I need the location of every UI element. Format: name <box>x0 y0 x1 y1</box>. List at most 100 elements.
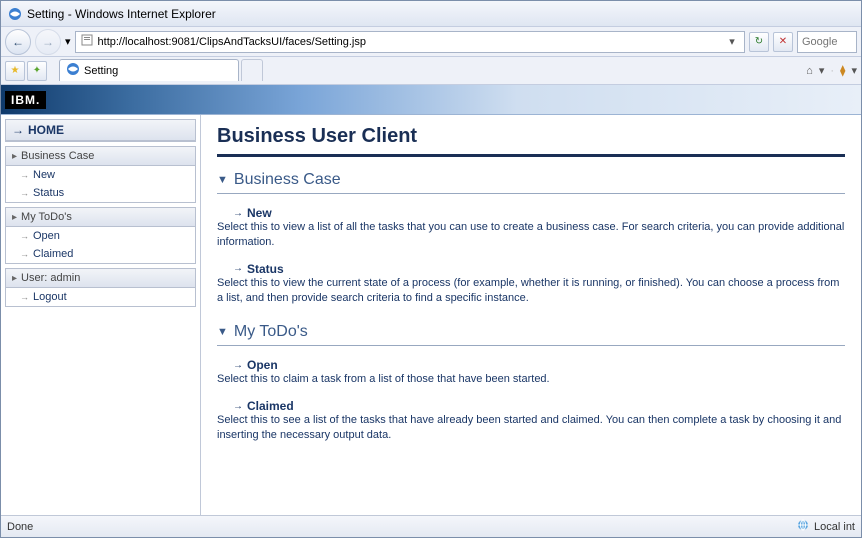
twisty-open-icon: ▼ <box>217 174 228 186</box>
favorites-button[interactable]: ★ <box>5 61 25 81</box>
sidebar-section-business-case: ▸ Business Case → New → Status <box>5 146 196 203</box>
feed-dropdown-icon[interactable]: ▾ <box>851 64 857 77</box>
status-left: Done <box>7 521 33 533</box>
sidebar-item-label: Open <box>33 230 60 242</box>
addfav-icon: ✦ <box>33 65 41 76</box>
arrow-icon: → <box>20 292 29 302</box>
item-title: Claimed <box>247 399 294 413</box>
arrow-icon: → <box>233 208 243 219</box>
refresh-icon: ↻ <box>755 36 763 47</box>
browser-nav-row: ← → ▾ ▾ ↻ ✕ <box>1 27 861 57</box>
back-icon: ← <box>12 35 24 49</box>
arrow-icon: → <box>20 170 29 180</box>
home-button[interactable]: ⌂ <box>806 65 813 77</box>
status-bar: Done Local int <box>1 515 861 537</box>
sidebar-item-open[interactable]: → Open <box>6 227 195 245</box>
new-tab-button[interactable] <box>241 59 263 81</box>
sidebar-header-label: Business Case <box>21 150 94 162</box>
chevron-down-icon: ▸ <box>12 151 17 162</box>
globe-icon <box>796 518 810 535</box>
arrow-icon: → <box>20 231 29 241</box>
sidebar-item-label: Status <box>33 187 64 199</box>
sidebar-section-todos: ▸ My ToDo's → Open → Claimed <box>5 207 196 264</box>
item-title: Open <box>247 358 278 372</box>
item-desc: Select this to claim a task from a list … <box>217 372 845 387</box>
refresh-button[interactable]: ↻ <box>749 32 769 52</box>
sidebar-item-label: Claimed <box>33 248 73 260</box>
forward-button[interactable]: → <box>35 29 61 55</box>
sidebar-item-claimed[interactable]: → Claimed <box>6 245 195 263</box>
sidebar-item-label: Logout <box>33 291 67 303</box>
tab-page-icon <box>66 62 80 79</box>
item-link-new[interactable]: → New <box>233 206 845 220</box>
home-dropdown-icon[interactable]: ▾ <box>819 64 825 77</box>
stop-button[interactable]: ✕ <box>773 32 793 52</box>
sidebar-home-label: HOME <box>28 123 64 137</box>
feed-button[interactable]: ⧫ <box>840 64 845 77</box>
favstar-icon: ★ <box>11 65 20 76</box>
arrow-icon: → <box>233 263 243 274</box>
sidebar-header-label: My ToDo's <box>21 211 72 223</box>
nav-history-dropdown-icon[interactable]: ▾ <box>65 35 71 48</box>
section-rule <box>217 193 845 194</box>
sidebar-item-logout[interactable]: → Logout <box>6 288 195 306</box>
ibm-logo: IBM. <box>5 91 46 109</box>
content-item-claimed: → Claimed Select this to see a list of t… <box>233 399 845 443</box>
item-title: New <box>247 206 272 220</box>
twisty-open-icon: ▼ <box>217 326 228 338</box>
arrow-icon: → <box>233 360 243 371</box>
status-right: Local int <box>814 521 855 533</box>
item-desc: Select this to view the current state of… <box>217 276 845 306</box>
arrow-icon: → <box>12 123 24 137</box>
title-rule <box>217 154 845 157</box>
window-title: Setting - Windows Internet Explorer <box>27 7 216 21</box>
item-title: Status <box>247 262 284 276</box>
arrow-icon: → <box>233 401 243 412</box>
add-favorite-button[interactable]: ✦ <box>27 61 47 81</box>
chevron-down-icon: ▸ <box>12 212 17 223</box>
section-title: My ToDo's <box>234 323 308 341</box>
url-input[interactable] <box>98 36 720 48</box>
address-bar[interactable]: ▾ <box>75 31 745 53</box>
item-link-open[interactable]: → Open <box>233 358 845 372</box>
sidebar-home-box: → HOME <box>5 119 196 142</box>
sidebar: → HOME ▸ Business Case → New → <box>1 115 201 515</box>
forward-icon: → <box>42 35 54 49</box>
content-item-status: → Status Select this to view the current… <box>233 262 845 306</box>
sidebar-header-label: User: admin <box>21 272 80 284</box>
main-content: Business User Client ▼ Business Case → N… <box>201 115 861 515</box>
section-title: Business Case <box>234 171 341 189</box>
separator: · <box>830 65 834 77</box>
page-icon <box>80 33 94 50</box>
arrow-icon: → <box>20 249 29 259</box>
section-header-todos[interactable]: ▼ My ToDo's <box>217 323 845 341</box>
sidebar-header-todos[interactable]: ▸ My ToDo's <box>6 208 195 227</box>
sidebar-item-label: New <box>33 169 55 181</box>
stop-icon: ✕ <box>779 36 787 47</box>
content-item-new: → New Select this to view a list of all … <box>233 206 845 250</box>
section-rule <box>217 345 845 346</box>
item-link-status[interactable]: → Status <box>233 262 845 276</box>
back-button[interactable]: ← <box>5 29 31 55</box>
ie-icon <box>7 6 23 22</box>
item-desc: Select this to view a list of all the ta… <box>217 220 845 250</box>
browser-tab[interactable]: Setting <box>59 59 239 81</box>
page-title: Business User Client <box>217 125 845 148</box>
sidebar-item-status[interactable]: → Status <box>6 184 195 202</box>
sidebar-header-business-case[interactable]: ▸ Business Case <box>6 147 195 166</box>
item-link-claimed[interactable]: → Claimed <box>233 399 845 413</box>
sidebar-item-home[interactable]: → HOME <box>6 120 195 141</box>
search-input[interactable] <box>802 36 852 48</box>
chevron-down-icon: ▸ <box>12 273 17 284</box>
tab-title: Setting <box>84 65 118 77</box>
url-dropdown-icon[interactable]: ▾ <box>724 35 740 48</box>
section-header-business-case[interactable]: ▼ Business Case <box>217 171 845 189</box>
sidebar-header-user[interactable]: ▸ User: admin <box>6 269 195 288</box>
app-banner: IBM. <box>1 85 861 115</box>
arrow-icon: → <box>20 188 29 198</box>
window-titlebar: Setting - Windows Internet Explorer <box>1 1 861 27</box>
sidebar-item-new[interactable]: → New <box>6 166 195 184</box>
search-box[interactable] <box>797 31 857 53</box>
browser-tab-row: ★ ✦ Setting ⌂ ▾ · ⧫ ▾ <box>1 57 861 85</box>
content-item-open: → Open Select this to claim a task from … <box>233 358 845 387</box>
